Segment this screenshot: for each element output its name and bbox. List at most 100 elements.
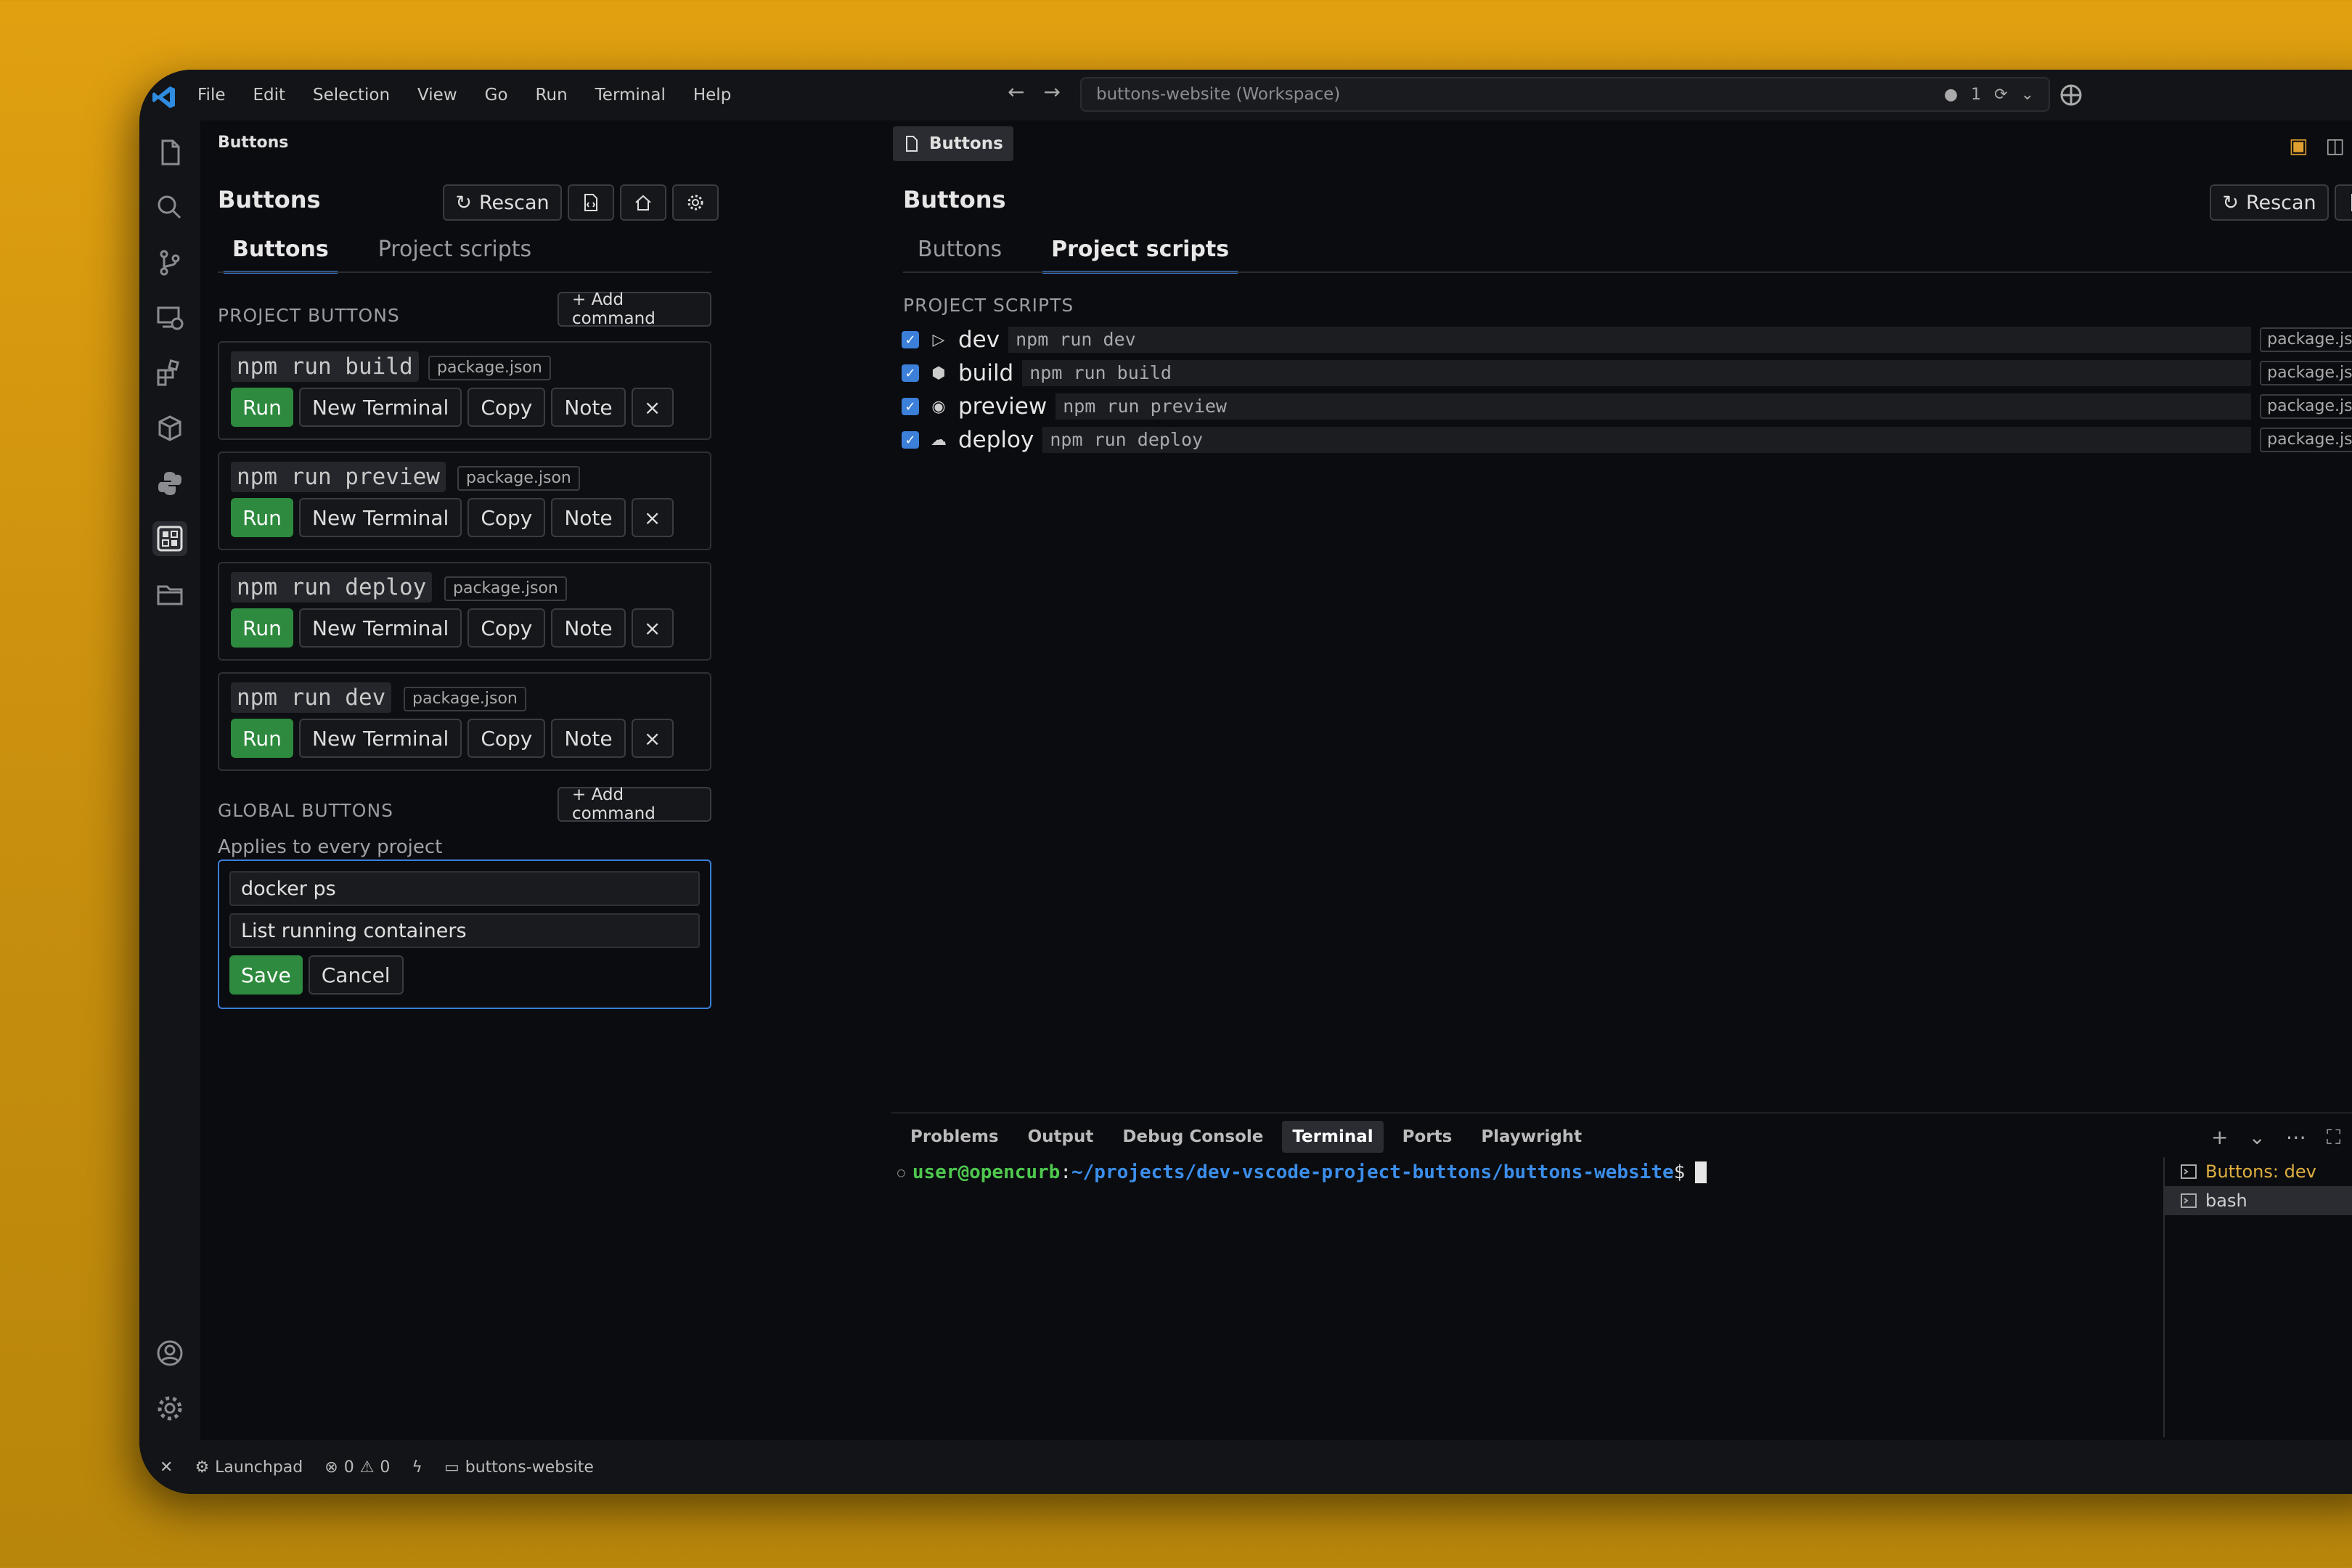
- remove-button[interactable]: ×: [631, 608, 674, 648]
- sidebar-file-button[interactable]: [568, 184, 614, 221]
- new-terminal-button[interactable]: New Terminal: [299, 719, 462, 758]
- panel-tab-playwright[interactable]: Playwright: [1471, 1121, 1592, 1153]
- more-actions-icon[interactable]: ⋯: [2286, 1125, 2306, 1150]
- script-row: ✓ ▷ dev npm run dev package.json: [902, 325, 2352, 354]
- chevron-down-icon[interactable]: ⌄: [2248, 1125, 2265, 1150]
- package-box-icon[interactable]: [152, 411, 187, 446]
- script-name[interactable]: dev: [958, 327, 1000, 353]
- global-description-input[interactable]: List running containers: [229, 913, 700, 948]
- note-button[interactable]: Note: [551, 498, 626, 537]
- new-terminal-button[interactable]: New Terminal: [299, 608, 462, 648]
- command-name: npm run deploy: [231, 572, 433, 603]
- back-arrow-icon[interactable]: ←: [1008, 80, 1024, 104]
- tab-project-scripts[interactable]: Project scripts: [369, 237, 540, 274]
- command-name: npm run build: [231, 351, 419, 382]
- python-icon[interactable]: [152, 466, 187, 501]
- new-terminal-button[interactable]: New Terminal: [299, 388, 462, 427]
- copy-button[interactable]: Copy: [467, 498, 546, 537]
- terminal-list: Buttons: dev ⚠ bash: [2163, 1157, 2352, 1437]
- launchpad-item[interactable]: ⚙ Launchpad: [195, 1458, 303, 1477]
- panel-tab-terminal[interactable]: Terminal: [1282, 1121, 1384, 1153]
- script-checkbox[interactable]: ✓: [902, 331, 919, 348]
- split-editor-icon[interactable]: ◫: [2326, 134, 2345, 158]
- folder-icon[interactable]: [152, 576, 187, 611]
- copy-button[interactable]: Copy: [467, 719, 546, 758]
- tab-project-scripts[interactable]: Project scripts: [1042, 237, 1238, 274]
- remote-explorer-icon[interactable]: [152, 301, 187, 335]
- sidebar-rescan-button[interactable]: ↻ Rescan: [443, 184, 562, 221]
- chevron-down-icon[interactable]: ⌄: [2021, 86, 2034, 104]
- menu-run[interactable]: Run: [536, 86, 568, 105]
- script-checkbox[interactable]: ✓: [902, 398, 919, 415]
- account-icon[interactable]: [152, 1336, 187, 1371]
- menu-selection[interactable]: Selection: [313, 86, 390, 105]
- menu-file[interactable]: File: [197, 86, 226, 105]
- remove-button[interactable]: ×: [631, 388, 674, 427]
- add-global-command-button[interactable]: + Add command: [558, 785, 711, 823]
- note-button[interactable]: Note: [551, 719, 626, 758]
- note-button[interactable]: Note: [551, 608, 626, 648]
- menu-terminal[interactable]: Terminal: [595, 86, 666, 105]
- remove-button[interactable]: ×: [631, 498, 674, 537]
- buttons-extension-icon[interactable]: [152, 521, 187, 556]
- editor-tab-label: Buttons: [929, 134, 1003, 153]
- editor-tab-buttons[interactable]: Buttons: [893, 126, 1013, 161]
- editor-rescan-button[interactable]: ↻ Rescan: [2210, 184, 2329, 221]
- terminal-prompt[interactable]: ○ user@opencurb : ~/projects/dev-vscode-…: [897, 1161, 1707, 1183]
- run-button[interactable]: Run: [231, 388, 293, 427]
- menu-view[interactable]: View: [417, 86, 457, 105]
- editor-file-button[interactable]: [2335, 184, 2352, 221]
- explorer-icon[interactable]: [152, 135, 187, 170]
- terminal-item-buttons-dev[interactable]: Buttons: dev ⚠: [2165, 1157, 2352, 1186]
- tab-buttons[interactable]: Buttons: [224, 237, 338, 274]
- run-button[interactable]: Run: [231, 498, 293, 537]
- script-name[interactable]: preview: [958, 393, 1047, 420]
- script-checkbox[interactable]: ✓: [902, 364, 919, 382]
- maximize-icon[interactable]: ⛶: [2327, 1125, 2341, 1150]
- eye-icon: ◉: [931, 397, 946, 416]
- note-button[interactable]: Note: [551, 388, 626, 427]
- global-command-input[interactable]: docker ps: [229, 871, 700, 906]
- remove-button[interactable]: ×: [631, 719, 674, 758]
- cancel-button[interactable]: Cancel: [308, 955, 404, 995]
- buttons-extension-icon[interactable]: ▣: [2289, 134, 2308, 158]
- remote-indicator-icon[interactable]: ✕: [160, 1458, 173, 1477]
- script-checkbox[interactable]: ✓: [902, 431, 919, 449]
- notification-count[interactable]: 1: [1971, 86, 1981, 104]
- sync-icon[interactable]: ⟳: [1994, 86, 2007, 104]
- copilot-icon[interactable]: [2059, 83, 2083, 107]
- panel-tab-problems[interactable]: Problems: [900, 1121, 1009, 1153]
- gear-icon[interactable]: [152, 1391, 187, 1426]
- problems-item[interactable]: ⊗ 0 ⚠ 0: [324, 1458, 390, 1477]
- extensions-icon[interactable]: [152, 356, 187, 391]
- folder-item[interactable]: ▭ buttons-website: [444, 1458, 594, 1477]
- panel-tab-output[interactable]: Output: [1018, 1121, 1104, 1153]
- sidebar-settings-button[interactable]: [672, 184, 719, 221]
- panel-tab-ports[interactable]: Ports: [1392, 1121, 1463, 1153]
- command-center[interactable]: buttons-website (Workspace) ● 1 ⟳ ⌄: [1080, 77, 2050, 112]
- script-name[interactable]: deploy: [958, 427, 1034, 453]
- copy-button[interactable]: Copy: [467, 608, 546, 648]
- sidebar-home-button[interactable]: [620, 184, 666, 221]
- menu-help[interactable]: Help: [693, 86, 731, 105]
- lightning-icon[interactable]: ϟ: [412, 1458, 422, 1477]
- copy-button[interactable]: Copy: [467, 388, 546, 427]
- new-terminal-button[interactable]: New Terminal: [299, 498, 462, 537]
- search-icon[interactable]: [152, 190, 187, 225]
- menu-go[interactable]: Go: [485, 86, 508, 105]
- prompt-dollar: $: [1673, 1161, 1686, 1183]
- save-button[interactable]: Save: [229, 955, 303, 995]
- panel-tab-debug-console[interactable]: Debug Console: [1112, 1121, 1273, 1153]
- run-button[interactable]: Run: [231, 719, 293, 758]
- new-terminal-icon[interactable]: +: [2211, 1125, 2228, 1150]
- add-project-command-button[interactable]: + Add command: [558, 290, 711, 328]
- bottom-panel: Problems Output Debug Console Terminal P…: [891, 1112, 2352, 1437]
- run-button[interactable]: Run: [231, 608, 293, 648]
- forward-arrow-icon[interactable]: →: [1043, 80, 1060, 104]
- terminal-item-bash[interactable]: bash: [2165, 1186, 2352, 1215]
- source-control-icon[interactable]: [152, 245, 187, 280]
- menu-edit[interactable]: Edit: [253, 86, 286, 105]
- folder-icon: ▭: [444, 1458, 460, 1477]
- script-name[interactable]: build: [958, 360, 1013, 386]
- tab-buttons[interactable]: Buttons: [909, 237, 1010, 274]
